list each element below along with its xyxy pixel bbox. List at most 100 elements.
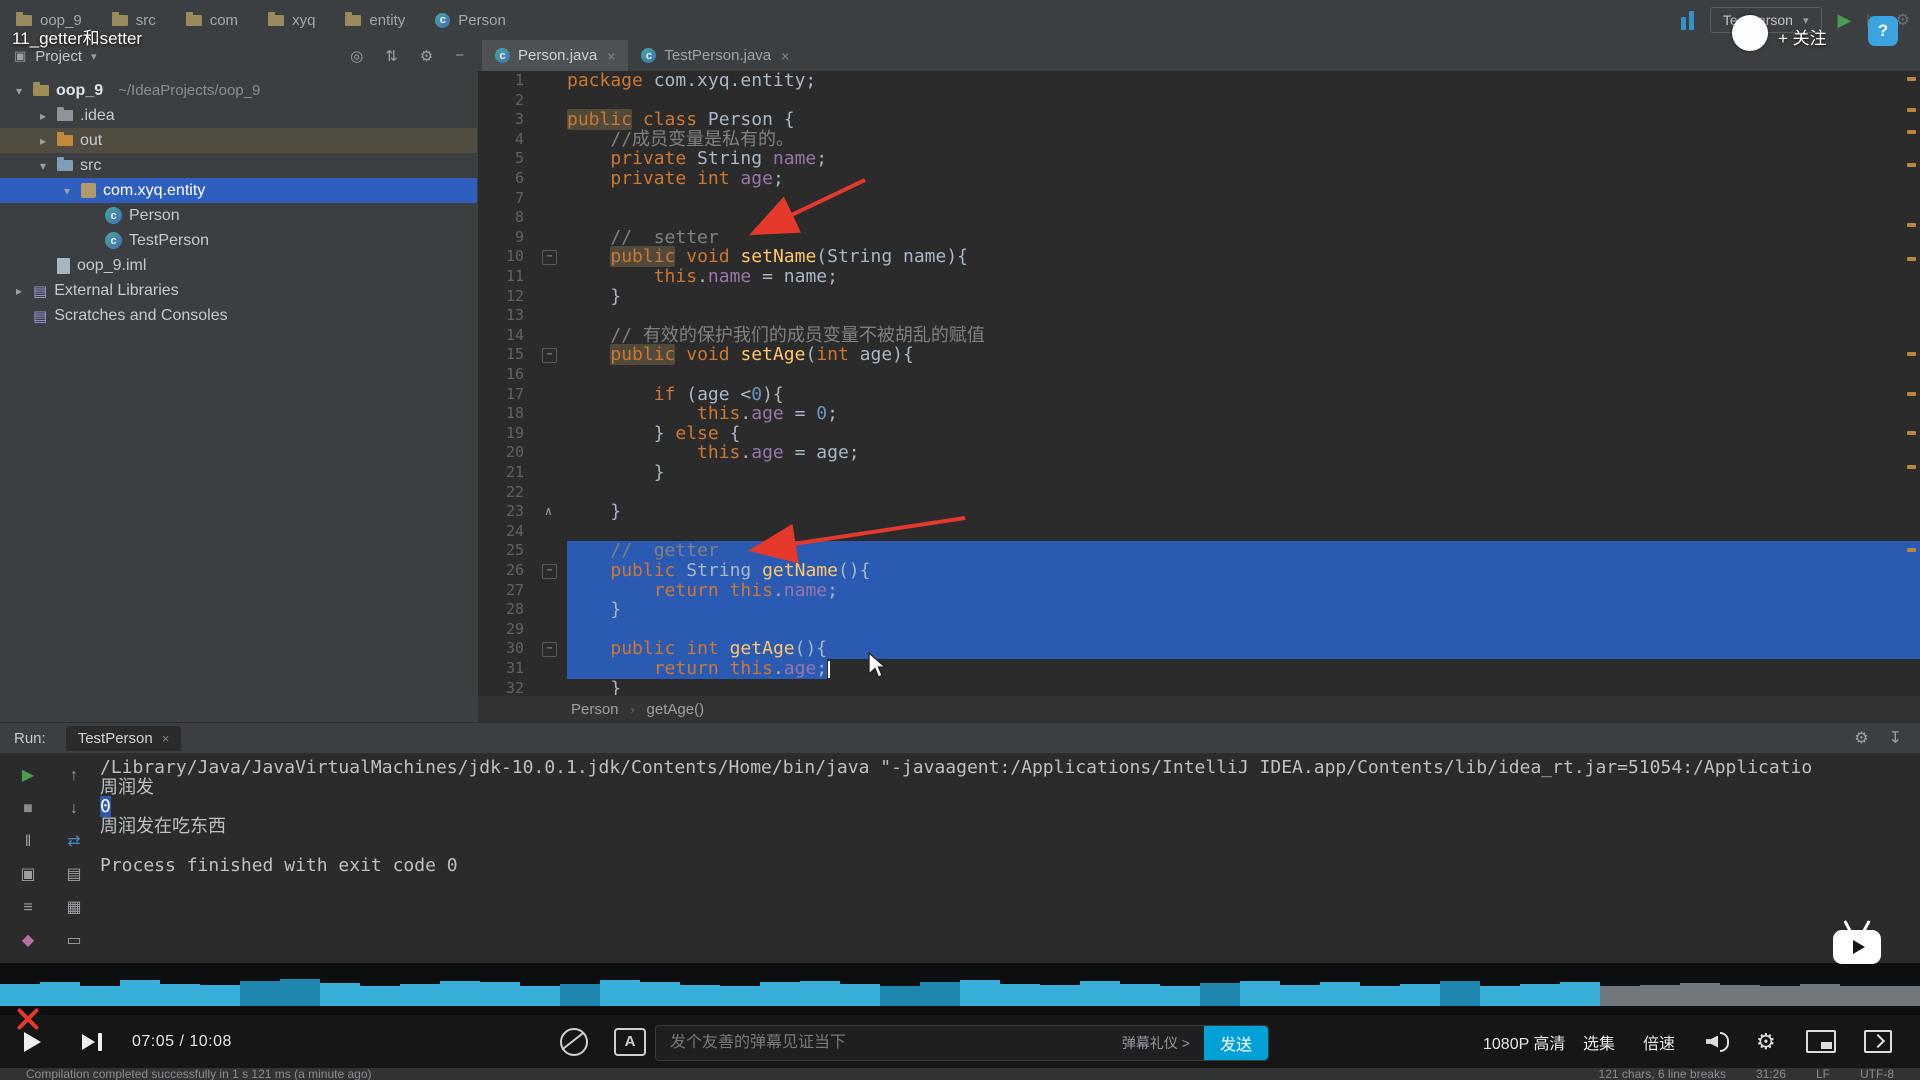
uploader-avatar[interactable]	[1732, 15, 1768, 51]
stripe-mark[interactable]	[1907, 257, 1916, 261]
code-line[interactable]: 16	[478, 365, 1920, 385]
console-menu-button[interactable]: ≡	[16, 897, 40, 918]
danmaku-input[interactable]	[656, 1034, 1122, 1052]
seek-bar[interactable]	[0, 978, 1920, 1006]
tree-item-oop-9-iml[interactable]: oop_9.iml	[0, 253, 477, 278]
fold-icon[interactable]: −	[542, 250, 557, 265]
stripe-mark[interactable]	[1907, 108, 1916, 112]
code-line[interactable]: 7	[478, 189, 1920, 209]
stripe-mark[interactable]	[1907, 431, 1916, 435]
speed-button[interactable]: 倍速	[1643, 1015, 1675, 1068]
next-button[interactable]	[82, 1015, 102, 1068]
soft-wrap-button[interactable]: ◆	[16, 930, 40, 951]
status-item[interactable]: LF	[1816, 1068, 1830, 1080]
tree-item-out[interactable]: ▸out	[0, 128, 477, 153]
close-icon[interactable]: ×	[607, 48, 615, 64]
stripe-mark[interactable]	[1907, 392, 1916, 396]
tree-item-person[interactable]: cPerson	[0, 203, 477, 228]
stripe-mark[interactable]	[1907, 130, 1916, 134]
code-line[interactable]: 24	[478, 522, 1920, 542]
fold-icon[interactable]: −	[542, 642, 557, 657]
up-stack-button[interactable]: ↑	[62, 765, 86, 786]
tree-item-oop-9[interactable]: ▾oop_9~/IdeaProjects/oop_9	[0, 78, 477, 103]
status-item[interactable]: 31:26	[1756, 1068, 1786, 1080]
chevron-right-icon[interactable]: ▸	[36, 134, 50, 148]
code-line[interactable]: 1package com.xyq.entity;	[478, 71, 1920, 91]
settings-icon[interactable]: ⚙	[1854, 728, 1868, 748]
code-line[interactable]: 18 this.age = 0;	[478, 404, 1920, 424]
rerun-button[interactable]: ▶	[16, 765, 40, 786]
grid-button[interactable]: ▦	[62, 897, 86, 918]
code-line[interactable]: 20 this.age = age;	[478, 443, 1920, 463]
tab-testperson-java[interactable]: cTestPerson.java×	[628, 40, 802, 71]
restore-layout-button[interactable]: ⇄	[62, 831, 86, 852]
chevron-down-icon[interactable]: ▾	[60, 184, 74, 198]
code-line[interactable]: 23∧ }	[478, 502, 1920, 522]
toolbar-breadcrumb-item[interactable]: entity	[345, 12, 405, 29]
breadcrumb-method[interactable]: getAge()	[647, 701, 705, 718]
code-line[interactable]: 9 // setter	[478, 228, 1920, 248]
code-line[interactable]: 26− public String getName(){	[478, 561, 1920, 581]
hide-icon[interactable]: −	[455, 47, 464, 65]
chevron-right-icon[interactable]: ▸	[36, 109, 50, 123]
danmaku-toggle[interactable]	[560, 1015, 588, 1068]
fold-icon[interactable]: −	[542, 348, 557, 363]
danmaku-style-button[interactable]: A	[614, 1015, 646, 1068]
tab-person-java[interactable]: cPerson.java×	[482, 40, 628, 71]
code-line[interactable]: 27 return this.name;	[478, 581, 1920, 601]
code-line[interactable]: 14 // 有效的保护我们的成员变量不被胡乱的赋值	[478, 326, 1920, 346]
stripe-mark[interactable]	[1907, 548, 1916, 552]
settings-icon[interactable]: ⚙	[420, 47, 433, 65]
code-line[interactable]: 19 } else {	[478, 424, 1920, 444]
player-settings-button[interactable]: ⚙	[1756, 1015, 1776, 1068]
chevron-right-icon[interactable]: ▸	[12, 284, 26, 298]
quality-button[interactable]: 1080P 高清	[1483, 1015, 1565, 1068]
screenshot-button[interactable]: ▣	[16, 864, 40, 885]
stripe-mark[interactable]	[1907, 465, 1916, 469]
code-line[interactable]: 6 private int age;	[478, 169, 1920, 189]
stripe-mark[interactable]	[1907, 163, 1916, 167]
toolbar-breadcrumb-item[interactable]: com	[186, 12, 238, 29]
run-tab[interactable]: TestPerson ×	[66, 726, 182, 751]
send-button[interactable]: 发送	[1204, 1026, 1268, 1060]
code-line[interactable]: 32 }	[478, 679, 1920, 695]
layout-button[interactable]: ▤	[62, 864, 86, 885]
run-button[interactable]: ▶	[1838, 10, 1852, 31]
code-line[interactable]: 13	[478, 306, 1920, 326]
code-line[interactable]: 2	[478, 91, 1920, 111]
code-line[interactable]: 3public class Person {	[478, 110, 1920, 130]
tree-item-testperson[interactable]: cTestPerson	[0, 228, 477, 253]
code-line[interactable]: 11 this.name = name;	[478, 267, 1920, 287]
code-line[interactable]: 29	[478, 620, 1920, 640]
stripe-mark[interactable]	[1907, 352, 1916, 356]
mini-player-button[interactable]	[1806, 1015, 1836, 1068]
close-icon[interactable]: ×	[162, 731, 170, 746]
chevron-down-icon[interactable]: ▾	[12, 84, 26, 98]
code-line[interactable]: 22	[478, 483, 1920, 503]
clear-console-button[interactable]: ▭	[62, 930, 86, 951]
tree-item-external-libraries[interactable]: ▸▤External Libraries	[0, 278, 477, 303]
tree-item-com-xyq-entity[interactable]: ▾com.xyq.entity	[0, 178, 477, 203]
breadcrumb-class[interactable]: Person	[571, 701, 619, 718]
code-line[interactable]: 12 }	[478, 287, 1920, 307]
episodes-button[interactable]: 选集	[1583, 1015, 1615, 1068]
locate-icon[interactable]: ◎	[350, 47, 363, 65]
code-line[interactable]: 25 // getter	[478, 541, 1920, 561]
volume-button[interactable]	[1706, 1015, 1729, 1068]
code-line[interactable]: 31 return this.age;	[478, 659, 1920, 679]
fullscreen-button[interactable]	[1864, 1015, 1892, 1068]
updown-icon[interactable]: ⇅	[385, 47, 398, 65]
chevron-down-icon[interactable]: ▾	[36, 159, 50, 173]
toolbar-breadcrumb-item[interactable]: cPerson	[435, 12, 506, 29]
fold-icon[interactable]: −	[542, 564, 557, 579]
fold-icon[interactable]: ∧	[542, 505, 555, 518]
run-console[interactable]: /Library/Java/JavaVirtualMachines/jdk-10…	[100, 758, 1920, 963]
help-button[interactable]: ?	[1868, 16, 1898, 46]
code-line[interactable]: 17 if (age <0){	[478, 385, 1920, 405]
tool-window-icon[interactable]	[1681, 10, 1694, 30]
tree-item--idea[interactable]: ▸.idea	[0, 103, 477, 128]
down-stack-button[interactable]: ↓	[62, 798, 86, 819]
stop-button[interactable]: ■	[16, 798, 40, 819]
code-line[interactable]: 10− public void setName(String name){	[478, 247, 1920, 267]
stripe-mark[interactable]	[1907, 77, 1916, 81]
